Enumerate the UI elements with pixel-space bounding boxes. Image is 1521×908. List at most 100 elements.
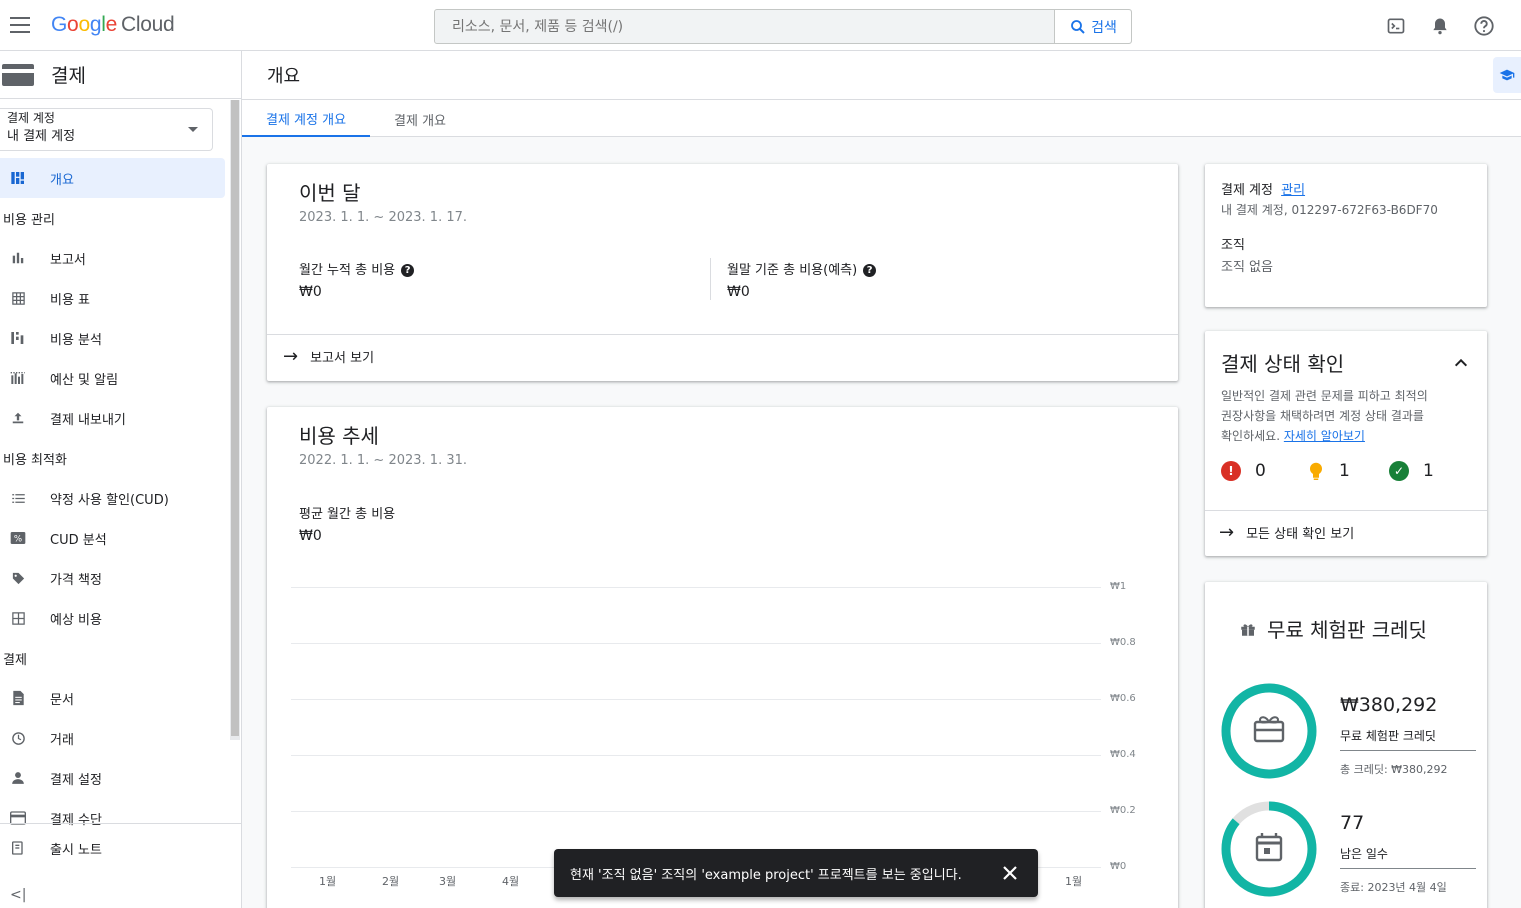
credit-total: 총 크레딧: ₩380,292: [1340, 763, 1448, 776]
nav-item[interactable]: 결제 설정: [0, 758, 228, 798]
credits-title: 무료 체험판 크레딧: [1267, 618, 1427, 642]
error-count: 0: [1255, 461, 1266, 481]
chart-y-tick: ₩1: [1110, 581, 1127, 592]
search-bar: 검색: [434, 9, 1132, 44]
nav-item[interactable]: 가격 책정: [0, 558, 228, 598]
snackbar: 현재 '조직 없음' 조직의 'example project' 프로젝트를 보…: [554, 849, 1038, 897]
cloud-shell-icon[interactable]: [1383, 13, 1409, 39]
help-icon[interactable]: ?: [863, 264, 877, 277]
graduation-cap-icon: [1499, 69, 1515, 81]
chart-x-tick: 4월: [502, 875, 520, 888]
health-desc-line: 일반적인 결제 관련 문제를 피하고 최적의: [1221, 389, 1428, 403]
nav-list: 개요 비용 관리 보고서 비용 표 비용 분석 예산 및 알림 결제 내보내기 비용 최적화 약…: [0, 158, 228, 838]
nav-item[interactable]: 약정 사용 할인(CUD): [0, 478, 228, 518]
arrow-right-icon: →: [283, 346, 299, 367]
nav-item-label: 예산 및 알림: [50, 372, 119, 388]
nav-item[interactable]: 비용 표: [0, 278, 228, 318]
org-label: 조직: [1221, 238, 1245, 253]
billing-account-select[interactable]: 결제 계정 내 결제 계정: [0, 108, 213, 151]
menu-icon[interactable]: [10, 17, 30, 33]
credits-header: 무료 체험판 크레딧: [1239, 614, 1427, 643]
document-icon: [9, 689, 27, 707]
nav-item[interactable]: 예상 비용: [0, 598, 228, 638]
billing-health-card: 결제 상태 확인 일반적인 결제 관련 문제를 피하고 최적의 권장사항을 채택…: [1205, 331, 1487, 556]
chart-y-tick: ₩0.8: [1110, 637, 1136, 648]
org-value: 조직 없음: [1221, 260, 1273, 275]
nav-item-label: 출시 노트: [50, 842, 102, 858]
help-icon[interactable]: [1471, 13, 1497, 39]
forecast-metric: 월말 기준 총 비용(예측)?: [727, 259, 877, 278]
tag-icon: [9, 569, 27, 587]
health-description: 일반적인 결제 관련 문제를 피하고 최적의 권장사항을 채택하려면 계정 상태…: [1221, 386, 1428, 446]
learn-panel-button[interactable]: [1493, 57, 1521, 93]
nav-item[interactable]: 문서: [0, 678, 228, 718]
error-icon: !: [1221, 461, 1241, 481]
credit-amount-label: 무료 체험판 크레딧: [1340, 729, 1436, 743]
tab-billing-account-overview[interactable]: 결제 계정 개요: [242, 101, 371, 137]
nav-item[interactable]: 결제 내보내기: [0, 398, 228, 438]
status-errors[interactable]: ! 0: [1221, 461, 1305, 481]
nav-item[interactable]: 개요: [0, 158, 225, 198]
nav-item[interactable]: % CUD 분석: [0, 518, 228, 558]
nav-item-release-notes[interactable]: 출시 노트: [0, 824, 241, 872]
chart-gridline: [291, 587, 1101, 588]
free-trial-credits-card: 무료 체험판 크레딧 ₩380,292 무료 체험판 크레딧 총 크레딧: ₩3…: [1205, 582, 1487, 908]
month-to-date-metric: 월간 누적 총 비용?: [299, 259, 415, 278]
nav-item-label: 비용 분석: [50, 332, 102, 348]
nav-item-label: 비용 표: [50, 292, 91, 308]
health-title: 결제 상태 확인: [1221, 352, 1345, 376]
tabs: 결제 계정 개요 결제 개요: [242, 101, 1521, 137]
nav-header: 결제: [0, 51, 241, 99]
manage-link[interactable]: 관리: [1281, 183, 1305, 198]
collapse-nav-button[interactable]: <|: [10, 887, 26, 903]
nav-item[interactable]: 보고서: [0, 238, 228, 278]
metric-value: ₩0: [299, 284, 322, 300]
status-suggestions[interactable]: 1: [1305, 461, 1389, 481]
nav-item[interactable]: 비용 분석: [0, 318, 228, 358]
metric-label: 월말 기준 총 비용(예측): [727, 263, 858, 278]
health-desc-line: 확인하세요. 자세히 알아보기: [1221, 426, 1428, 446]
nav-bottom: 출시 노트: [0, 823, 241, 872]
nav-item[interactable]: 예산 및 알림: [0, 358, 228, 398]
nav-item-label: 보고서: [50, 252, 86, 268]
nav-item-label: CUD 분석: [50, 532, 107, 548]
content: 이번 달 2023. 1. 1. ~ 2023. 1. 17. 월간 누적 총 …: [242, 137, 1521, 908]
chart-y-tick: ₩0.4: [1110, 749, 1136, 760]
nav-item-label: 가격 책정: [50, 572, 102, 588]
budget-icon: [9, 369, 27, 387]
nav-item-label: 예상 비용: [50, 612, 102, 628]
nav-scrollbar[interactable]: [230, 100, 240, 740]
list-icon: [9, 489, 27, 507]
view-report-link[interactable]: → 보고서 보기: [283, 346, 374, 367]
credit-card-gift-icon: [1253, 716, 1285, 743]
search-button[interactable]: 검색: [1054, 10, 1131, 43]
nav-item[interactable]: 거래: [0, 718, 228, 758]
google-cloud-logo[interactable]: Google Cloud: [51, 13, 175, 37]
view-all-health-label: 모든 상태 확인 보기: [1246, 527, 1355, 542]
chart-gridline: [291, 699, 1101, 700]
chart-x-tick: 3월: [439, 875, 457, 888]
metric-value: ₩0: [727, 284, 750, 300]
notifications-icon[interactable]: [1427, 13, 1453, 39]
tab-billing-overview[interactable]: 결제 개요: [370, 101, 470, 137]
help-icon[interactable]: ?: [401, 264, 415, 277]
bar-chart-icon: [9, 249, 27, 267]
nav-item-label: 약정 사용 할인(CUD): [50, 492, 169, 508]
status-ok[interactable]: ✓ 1: [1389, 461, 1473, 481]
chevron-down-icon: [188, 127, 198, 132]
nav-item-label: 거래: [50, 732, 74, 748]
upload-icon: [9, 409, 27, 427]
learn-more-link[interactable]: 자세히 알아보기: [1284, 429, 1365, 443]
logo-cloud-text: Cloud: [120, 13, 175, 36]
search-input[interactable]: [435, 10, 1055, 43]
cost-breakdown-icon: [9, 329, 27, 347]
metric-label: 월간 누적 총 비용: [299, 263, 396, 278]
nav-item-label: 결제 내보내기: [50, 412, 126, 428]
nav-scrollbar-thumb[interactable]: [231, 100, 239, 736]
chevron-up-icon[interactable]: [1453, 355, 1469, 371]
view-all-health-link[interactable]: → 모든 상태 확인 보기: [1219, 522, 1354, 543]
account-info-label: 결제 계정: [1221, 183, 1273, 198]
cost-trend-range: 2022. 1. 1. ~ 2023. 1. 31.: [299, 453, 468, 468]
close-icon[interactable]: [998, 861, 1022, 885]
view-report-label: 보고서 보기: [310, 351, 375, 366]
